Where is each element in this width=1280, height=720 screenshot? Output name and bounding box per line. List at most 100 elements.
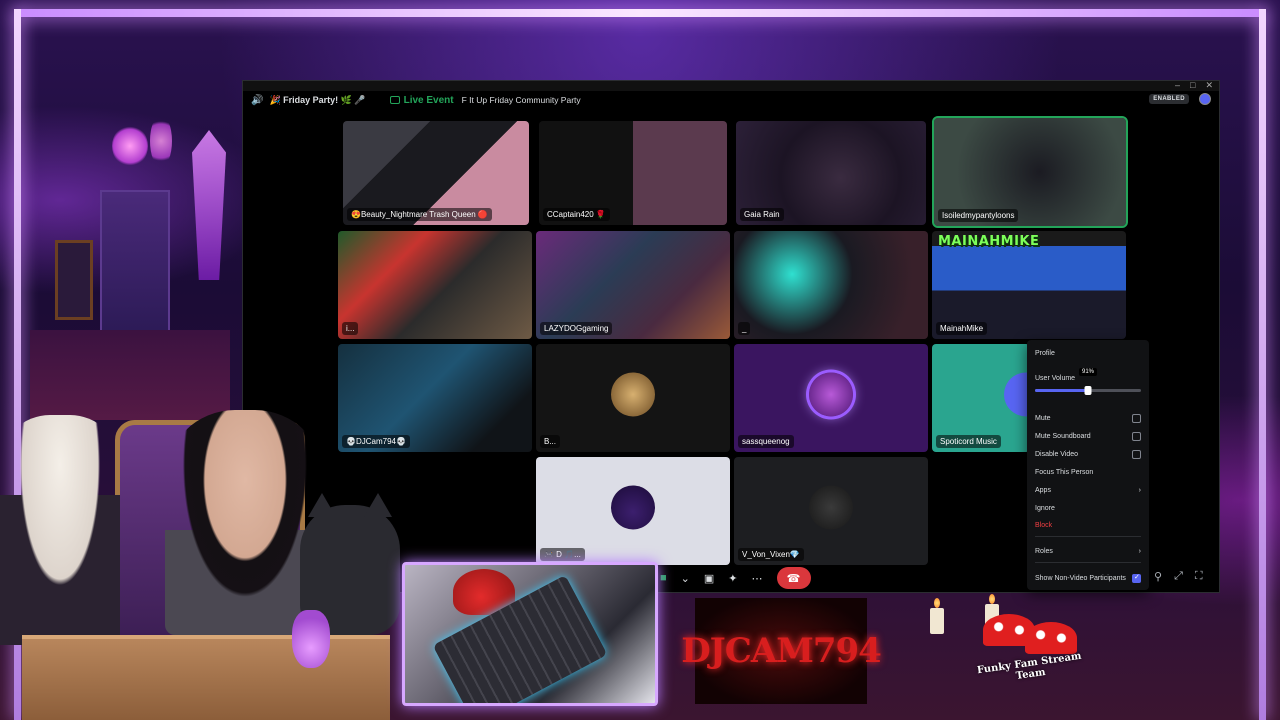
- participant-name: sassqueenog: [738, 435, 794, 448]
- menu-item-block[interactable]: Block: [1035, 519, 1141, 531]
- participant-name: i...: [342, 322, 359, 335]
- members-icon[interactable]: [1199, 93, 1211, 105]
- call-controls: ■ ⌄ ▣ ✦ ⋯ ☎: [660, 567, 811, 589]
- participant-context-menu: Profile User Volume 91% Mute Mute Soundb…: [1027, 340, 1149, 590]
- video-tile-speaking[interactable]: Isoiledmypantyloons: [932, 116, 1128, 228]
- participant-name: 😍Beauty_Nightmare Trash Queen 🔴: [347, 208, 492, 221]
- channel-banner: MAINAHMIKE: [938, 234, 1040, 249]
- menu-label: Focus This Person: [1035, 468, 1094, 476]
- volume-thumb[interactable]: [1084, 386, 1092, 395]
- menu-item-show-non-video[interactable]: Show Non-Video Participants: [1035, 572, 1141, 584]
- event-title: F It Up Friday Community Party: [461, 95, 581, 105]
- enabled-badge: ENABLED: [1149, 94, 1189, 104]
- participant-name: 💀DJCam794💀: [342, 435, 410, 448]
- audio-tile[interactable]: B...: [536, 344, 730, 452]
- participant-name: Isoiledmypantyloons: [938, 209, 1019, 222]
- menu-item-apps[interactable]: Apps ›: [1035, 484, 1141, 496]
- djcam-banner: DJCAM794: [681, 598, 882, 704]
- video-tile[interactable]: 😍Beauty_Nightmare Trash Queen 🔴: [343, 121, 529, 225]
- menu-divider: [1035, 536, 1141, 537]
- mushroom-icon: [1025, 622, 1077, 654]
- video-tile[interactable]: _: [734, 231, 928, 339]
- user-volume-slider[interactable]: [1035, 386, 1141, 395]
- overlay-frame-right: [1259, 9, 1266, 720]
- avatar: [611, 485, 655, 530]
- event-channel-name[interactable]: 🎉 Friday Party! 🌿 🎤: [269, 95, 365, 106]
- participant-name: LAZYDOGgaming: [540, 322, 613, 335]
- keyboard-cam: [402, 562, 658, 706]
- menu-item-mute-soundboard[interactable]: Mute Soundboard: [1035, 430, 1141, 442]
- live-event-label: Live Event: [403, 94, 454, 106]
- event-header: 🔊 🎉 Friday Party! 🌿 🎤 Live Event F It Up…: [243, 89, 1219, 111]
- pin-icon[interactable]: ⚲: [1154, 570, 1162, 583]
- checkbox-checked[interactable]: [1132, 573, 1141, 583]
- disconnect-button[interactable]: ☎: [776, 567, 811, 589]
- video-tile[interactable]: LAZYDOGgaming: [536, 231, 730, 339]
- popout-icon[interactable]: ⤢: [1174, 570, 1183, 583]
- volume-tooltip: 91%: [1078, 368, 1098, 376]
- room-window: [100, 190, 170, 340]
- menu-label: Profile: [1035, 349, 1055, 357]
- live-icon: [389, 96, 400, 104]
- video-tile[interactable]: Gaia Rain: [736, 121, 926, 225]
- audio-tile[interactable]: V_Von_Vixen💎: [734, 457, 928, 565]
- audio-tile[interactable]: Spoticord Music: [932, 344, 1030, 452]
- team-logo: Funky Fam Stream Team: [975, 608, 1085, 713]
- participant-name: V_Von_Vixen💎: [738, 548, 804, 561]
- volume-fill: [1035, 389, 1088, 392]
- avatar: [611, 372, 655, 417]
- avatar: [809, 485, 853, 530]
- menu-label: Roles: [1035, 547, 1053, 555]
- menu-label: Apps: [1035, 486, 1051, 494]
- participant-name: _: [738, 322, 751, 335]
- desk: [22, 635, 390, 720]
- candle: [930, 598, 944, 634]
- screen-share-icon[interactable]: ▣: [704, 572, 714, 585]
- menu-item-mute[interactable]: Mute: [1035, 412, 1141, 424]
- more-options-icon[interactable]: ⋯: [752, 572, 763, 585]
- view-controls: ⚲ ⤢ ⛶: [1154, 570, 1203, 583]
- menu-item-roles[interactable]: Roles ›: [1035, 545, 1141, 557]
- chevron-right-icon: ›: [1138, 486, 1141, 494]
- participant-name: 🎮 D 🎵...: [540, 548, 585, 561]
- hanging-lamp: [150, 115, 172, 167]
- menu-label: Block: [1035, 521, 1053, 529]
- live-event-badge[interactable]: Live Event: [389, 94, 454, 106]
- participant-name: MainahMike: [936, 322, 988, 335]
- chevron-down-icon[interactable]: ⌄: [681, 572, 690, 585]
- audio-tile[interactable]: 🎮 D 🎵...: [536, 457, 730, 565]
- team-name: Funky Fam Stream Team: [976, 650, 1083, 682]
- camera-icon[interactable]: ■: [660, 572, 667, 584]
- overlay-frame-top: [14, 9, 1266, 17]
- video-tile[interactable]: CCaptain420 🌹: [539, 121, 727, 225]
- participant-name: B...: [540, 435, 561, 448]
- avatar: [809, 372, 853, 417]
- activities-icon[interactable]: ✦: [728, 572, 737, 585]
- video-tile[interactable]: MAINAHMIKE MainahMike: [932, 231, 1126, 339]
- hanging-lamp: [112, 125, 148, 167]
- menu-divider: [1035, 562, 1141, 563]
- checkbox[interactable]: [1132, 413, 1141, 423]
- menu-label: User Volume: [1035, 374, 1076, 382]
- fullscreen-icon[interactable]: ⛶: [1195, 570, 1203, 583]
- participant-name: CCaptain420 🌹: [543, 208, 610, 221]
- menu-item-disable-video[interactable]: Disable Video: [1035, 448, 1141, 460]
- audio-tile[interactable]: sassqueenog: [734, 344, 928, 452]
- menu-label: Disable Video: [1035, 450, 1079, 458]
- chevron-right-icon: ›: [1138, 547, 1141, 555]
- speaker-icon: 🔊: [251, 94, 264, 106]
- participant-name: Spoticord Music: [936, 435, 1001, 448]
- wall-picture: [55, 240, 93, 320]
- checkbox[interactable]: [1132, 449, 1141, 459]
- menu-label: Ignore: [1035, 504, 1055, 512]
- menu-item-ignore[interactable]: Ignore: [1035, 502, 1141, 514]
- checkbox[interactable]: [1132, 431, 1141, 441]
- vtuber-avatar: [0, 415, 120, 645]
- video-tile[interactable]: i...: [338, 231, 532, 339]
- menu-label: Mute: [1035, 414, 1051, 422]
- potion-bottle: [292, 610, 330, 668]
- menu-item-focus[interactable]: Focus This Person: [1035, 466, 1141, 478]
- menu-item-profile[interactable]: Profile: [1035, 347, 1141, 359]
- participant-name: Gaia Rain: [740, 208, 784, 221]
- video-tile[interactable]: 💀DJCam794💀: [338, 344, 532, 452]
